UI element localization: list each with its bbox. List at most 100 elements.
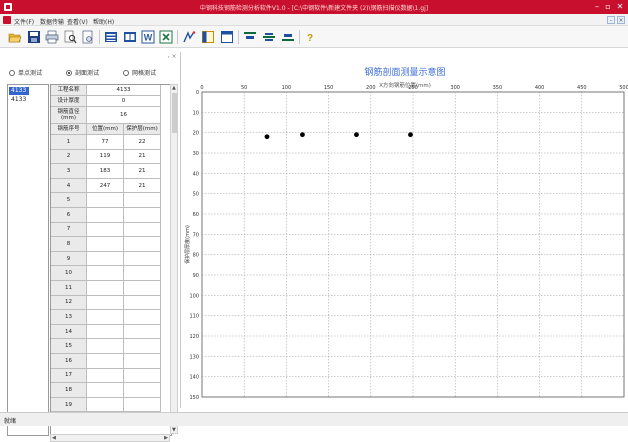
mdi-minimize-button[interactable]: - [607, 16, 615, 24]
position-cell[interactable] [87, 310, 124, 325]
print-preview-icon[interactable] [81, 30, 95, 44]
cover-cell[interactable] [124, 251, 161, 267]
cover-cell[interactable] [124, 397, 161, 413]
position-cell[interactable]: 119 [87, 149, 124, 165]
horizontal-scrollbar[interactable]: ◀ ▶ [50, 434, 170, 442]
position-cell[interactable] [87, 339, 124, 354]
position-cell[interactable] [87, 251, 124, 267]
mode-single-point[interactable]: 单点测试 [9, 68, 42, 78]
project-tree[interactable]: 4133 4133 [7, 84, 49, 436]
panel-pin-close[interactable]: ᵣ × [168, 53, 177, 60]
align-middle-icon[interactable] [262, 30, 276, 44]
menu-help[interactable]: 帮助(H) [93, 17, 114, 26]
y-tick-label: 60 [193, 212, 199, 218]
title-bar: 中钢科技钢筋检测分析软件V1.0 - [C:\中钢软件\新建文件夹 (2)\钢筋… [0, 0, 628, 14]
scroll-left-icon[interactable]: ◀ [52, 435, 56, 441]
cover-cell[interactable] [124, 354, 161, 369]
open-folder-icon[interactable] [8, 30, 22, 44]
menu-view[interactable]: 查看(V) [67, 17, 88, 26]
radio-grid[interactable] [123, 70, 129, 76]
cover-cell[interactable]: 21 [124, 164, 161, 179]
cover-cell[interactable] [124, 310, 161, 325]
cover-cell[interactable] [124, 295, 161, 311]
window-icon[interactable] [220, 30, 234, 44]
row-index: 17 [51, 368, 87, 384]
tree-item[interactable]: 4133 [9, 87, 30, 95]
bar-diameter-value[interactable]: 16 [87, 107, 161, 124]
cover-cell[interactable] [124, 281, 161, 296]
position-cell[interactable] [87, 281, 124, 296]
vertical-scrollbar[interactable]: ▲ ▼ [170, 84, 178, 434]
y-tick-label: 0 [196, 90, 199, 96]
profile-chart: 0 50 100 150 200 250 300 350 400 450 500 0 10 20 30 40 5… [184, 85, 628, 401]
mode-grid[interactable]: 网格测试 [123, 68, 156, 78]
cover-cell[interactable] [124, 339, 161, 354]
close-button[interactable]: ✕ [614, 2, 626, 12]
menu-file[interactable]: 文件(F) [14, 17, 34, 26]
window-title: 中钢科技钢筋检测分析软件V1.0 - [C:\中钢软件\新建文件夹 (2)\钢筋… [199, 5, 429, 12]
cover-cell[interactable] [124, 368, 161, 384]
position-cell[interactable]: 77 [87, 135, 124, 150]
position-cell[interactable] [87, 368, 124, 384]
position-cell[interactable] [87, 354, 124, 369]
help-icon[interactable]: ? [303, 30, 317, 44]
position-cell[interactable]: 247 [87, 178, 124, 194]
cover-cell[interactable] [124, 383, 161, 398]
align-bottom-icon[interactable] [281, 30, 295, 44]
mode-profile[interactable]: 剖面测试 [66, 68, 99, 78]
cover-cell[interactable] [124, 193, 161, 208]
status-bar: 就绪 [0, 412, 628, 426]
row-index: 7 [51, 222, 87, 238]
column-header: 位置(mm) [87, 124, 124, 135]
cover-cell[interactable] [124, 237, 161, 252]
row-index: 13 [51, 310, 87, 325]
scroll-right-icon[interactable]: ▶ [164, 435, 168, 441]
project-name-value[interactable]: 4133 [87, 85, 161, 96]
scroll-up-icon[interactable]: ▲ [172, 85, 176, 91]
cover-cell[interactable]: 22 [124, 135, 161, 150]
restore-button[interactable]: ▫ [603, 2, 613, 12]
y-tick-label: 10 [193, 110, 199, 116]
cover-cell[interactable]: 21 [124, 178, 161, 194]
database-icon[interactable] [123, 30, 137, 44]
design-depth-value[interactable]: 0 [87, 96, 161, 107]
position-cell[interactable] [87, 295, 124, 311]
panel-icon[interactable] [201, 30, 215, 44]
print-icon[interactable] [45, 30, 59, 44]
find-icon[interactable] [63, 30, 77, 44]
position-cell[interactable] [87, 222, 124, 238]
cover-cell[interactable] [124, 266, 161, 281]
data-table-icon[interactable] [104, 30, 118, 44]
status-text: 就绪 [4, 418, 17, 425]
menu-data-transfer[interactable]: 数据传输 [40, 17, 64, 26]
position-cell[interactable]: 183 [87, 164, 124, 179]
save-icon[interactable] [27, 30, 41, 44]
scroll-thumb[interactable] [172, 93, 177, 133]
radio-profile[interactable] [66, 70, 72, 76]
cover-cell[interactable] [124, 208, 161, 223]
position-cell[interactable] [87, 324, 124, 340]
scroll-down-icon[interactable]: ▼ [172, 427, 176, 433]
tree-item[interactable]: 4133 [9, 96, 29, 104]
row-index: 15 [51, 339, 87, 354]
position-cell[interactable] [87, 383, 124, 398]
toolbar-separator [238, 30, 239, 44]
radio-single-point[interactable] [9, 70, 15, 76]
y-tick-label: 100 [189, 293, 199, 299]
align-top-icon[interactable] [243, 30, 257, 44]
position-cell[interactable] [87, 266, 124, 281]
chart-y-axis-label: 保护层厚度(mm) [184, 225, 191, 264]
mdi-close-button[interactable]: × [617, 16, 625, 24]
cover-cell[interactable] [124, 324, 161, 340]
position-cell[interactable] [87, 237, 124, 252]
svg-text:?: ? [307, 33, 313, 44]
position-cell[interactable] [87, 397, 124, 413]
minimize-button[interactable]: – [592, 2, 602, 12]
position-cell[interactable] [87, 193, 124, 208]
excel-export-icon[interactable] [159, 30, 173, 44]
cover-cell[interactable]: 21 [124, 149, 161, 165]
position-cell[interactable] [87, 208, 124, 223]
cover-cell[interactable] [124, 222, 161, 238]
word-export-icon[interactable]: W [141, 30, 155, 44]
measure-icon[interactable] [182, 30, 196, 44]
